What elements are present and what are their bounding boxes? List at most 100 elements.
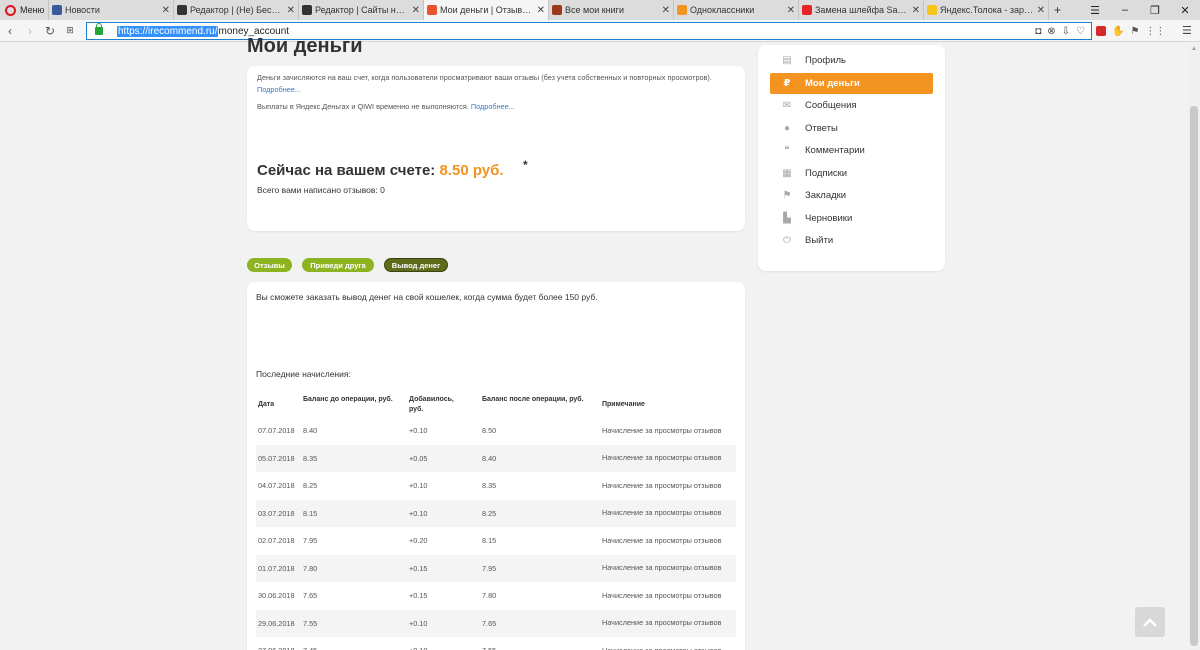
reload-icon[interactable]: ↻: [40, 24, 60, 38]
close-tab-icon[interactable]: ✕: [537, 5, 545, 16]
browser-tab[interactable]: Все мои книги ✕: [548, 0, 673, 20]
browser-tab[interactable]: Мои деньги | Отзывы пок✕: [423, 0, 548, 20]
sidebar-item[interactable]: ❝ Комментарии: [770, 140, 933, 161]
page-title: Мои деньги: [247, 35, 363, 57]
browser-tab[interactable]: Редактор | (Не) Бесполезн✕: [173, 0, 298, 20]
browser-tab[interactable]: Яндекс.Толока - заработо✕: [923, 0, 1048, 20]
extension-hand-icon[interactable]: ✋: [1112, 26, 1124, 37]
cell-date: 04.07.2018: [258, 481, 295, 490]
table-row: 29.06.2018 7.55 +0.10 7.65 Начисление за про…: [256, 609, 736, 637]
new-tab-button[interactable]: +: [1048, 0, 1066, 20]
sidebar-item[interactable]: ⚑ Закладки: [770, 185, 933, 206]
last-accruals-label: Последние начисления:: [256, 369, 351, 379]
sidebar-item[interactable]: ● Ответы: [770, 118, 933, 139]
url-selected-part: https://irecommend.ru/: [117, 25, 219, 37]
chat-bubble-icon: ●: [783, 122, 791, 134]
extension-grid-icon[interactable]: ⋮⋮: [1145, 26, 1165, 37]
more-link-views[interactable]: Подробнее...: [257, 85, 301, 94]
cell-after: 7.80: [482, 591, 497, 600]
browser-tab[interactable]: Одноклассники ✕: [673, 0, 798, 20]
tab-strip: Новости✕Редактор | (Не) Бесполезн✕Редакт…: [48, 0, 1048, 20]
cell-added: +0.10: [409, 637, 427, 650]
sidebar-item[interactable]: ✉ Сообщения: [770, 95, 933, 116]
url-tools: ◘ ⊗ ⇩ ♡: [1035, 26, 1091, 37]
sidebar-item-label: Подписки: [805, 167, 848, 179]
cell-before: 8.35: [303, 453, 318, 463]
close-window-icon[interactable]: ✕: [1170, 4, 1200, 17]
power-icon: ⏻: [783, 235, 791, 246]
sidebar-item-label: Ответы: [805, 122, 838, 134]
sidebar-item[interactable]: ▤ Профиль: [770, 50, 933, 71]
table-row: 27.06.2018 7.45 +0.10 7.55 Начисление за про…: [256, 637, 736, 650]
cell-before: 7.45: [303, 637, 317, 650]
more-link-payouts[interactable]: Подробнее...: [471, 102, 515, 111]
forward-icon[interactable]: ›: [20, 24, 40, 38]
extension-flag-icon[interactable]: ⚑: [1130, 26, 1139, 37]
sidebar-item-label: Закладки: [805, 190, 847, 201]
minimize-icon[interactable]: –: [1110, 4, 1140, 16]
browser-tab-title: Замена шлейфа Samsung: [815, 5, 909, 15]
envelope-icon: ✉: [782, 100, 792, 111]
url-field[interactable]: https://irecommend.ru/money_account ◘ ⊗ …: [86, 22, 1092, 40]
cell-note: Начисление за просмотры отзывов: [602, 535, 722, 545]
restore-icon[interactable]: ❐: [1140, 4, 1170, 17]
sidebar-item[interactable]: ₽ Мои деньги: [770, 72, 933, 94]
comments-icon: ❝: [784, 145, 790, 156]
sidebar-item-label: Выйти: [805, 235, 834, 246]
extension-shield-icon[interactable]: [1096, 26, 1106, 36]
page-scrollbar[interactable]: ▲: [1188, 44, 1200, 650]
cell-before: 7.65: [303, 591, 318, 600]
cell-after: 8.25: [482, 508, 497, 518]
balance-amount: 8.50 руб.: [439, 162, 504, 179]
tab-menu-icon[interactable]: ☰: [1080, 4, 1110, 17]
cell-note: Начисление за просмотры отзывов: [602, 480, 722, 490]
close-tab-icon[interactable]: ✕: [162, 5, 170, 16]
close-tab-icon[interactable]: ✕: [412, 5, 420, 16]
close-tab-icon[interactable]: ✕: [912, 5, 920, 16]
back-icon[interactable]: ‹: [0, 24, 20, 38]
cell-note: Начисление за просмотры отзывов: [602, 453, 722, 462]
col-header-after: Баланс после операции, руб.: [482, 396, 584, 403]
easy-setup-icon[interactable]: ☰: [1182, 24, 1192, 37]
tab-invite-friend[interactable]: Приведи друга: [302, 258, 374, 272]
close-tab-icon[interactable]: ✕: [1037, 5, 1045, 16]
scroll-up-arrow-icon[interactable]: ▲: [1191, 46, 1197, 52]
news-icon: [52, 5, 62, 15]
tab-withdraw[interactable]: Вывод денег: [384, 258, 448, 272]
cell-date: 01.07.2018: [258, 563, 295, 573]
close-tab-icon[interactable]: ✕: [287, 5, 295, 16]
opera-menu-button[interactable]: Меню: [0, 0, 48, 20]
table-row: 05.07.2018 8.35 +0.05 8.40 Начисление за про…: [256, 444, 736, 472]
snapshot-icon[interactable]: ◘: [1035, 26, 1041, 37]
sidebar-item[interactable]: ▙ Черновики: [770, 208, 933, 229]
cell-added: +0.10: [409, 426, 428, 435]
ruble-icon: ₽: [783, 77, 791, 89]
browser-tab[interactable]: Замена шлейфа Samsung✕: [798, 0, 923, 20]
cell-note: Начисление за просмотры отзывов: [602, 425, 722, 435]
cell-date: 02.07.2018: [258, 536, 295, 545]
cell-before: 7.80: [303, 563, 318, 573]
info-paragraph-views: Деньги зачисляются на ваш счет, когда по…: [257, 72, 727, 95]
browser-tab[interactable]: Новости ✕: [48, 0, 173, 20]
menu-label: Меню: [20, 5, 45, 15]
adblock-icon[interactable]: ⊗: [1047, 26, 1055, 37]
balance-label: Сейчас на вашем счете:: [257, 162, 436, 179]
sidebar-item[interactable]: ⏻ Выйти: [770, 230, 933, 251]
download-icon[interactable]: ⇩: [1062, 26, 1070, 37]
cell-added: +0.15: [409, 591, 428, 600]
speed-dial-icon[interactable]: ⊞: [60, 25, 80, 36]
withdraw-card: Вы сможете заказать вывод денег на свой …: [247, 282, 745, 650]
browser-tab[interactable]: Редактор | Сайты на котор✕: [298, 0, 423, 20]
close-tab-icon[interactable]: ✕: [787, 5, 795, 16]
scroll-to-top-button[interactable]: [1135, 607, 1165, 637]
tab-reviews[interactable]: Отзывы: [247, 258, 292, 272]
cell-note: Начисление за просмотры отзывов: [602, 618, 722, 627]
cell-added: +0.10: [409, 618, 428, 628]
cell-added: +0.05: [409, 453, 428, 463]
close-tab-icon[interactable]: ✕: [662, 5, 670, 16]
favorite-heart-icon[interactable]: ♡: [1076, 26, 1085, 37]
cell-before: 8.15: [303, 508, 318, 518]
scrollbar-thumb[interactable]: [1190, 106, 1198, 646]
address-bar: ‹ › ↻ ⊞ https://irecommend.ru/money_acco…: [0, 20, 1200, 42]
sidebar-item[interactable]: ▦ Подписки: [770, 163, 933, 184]
